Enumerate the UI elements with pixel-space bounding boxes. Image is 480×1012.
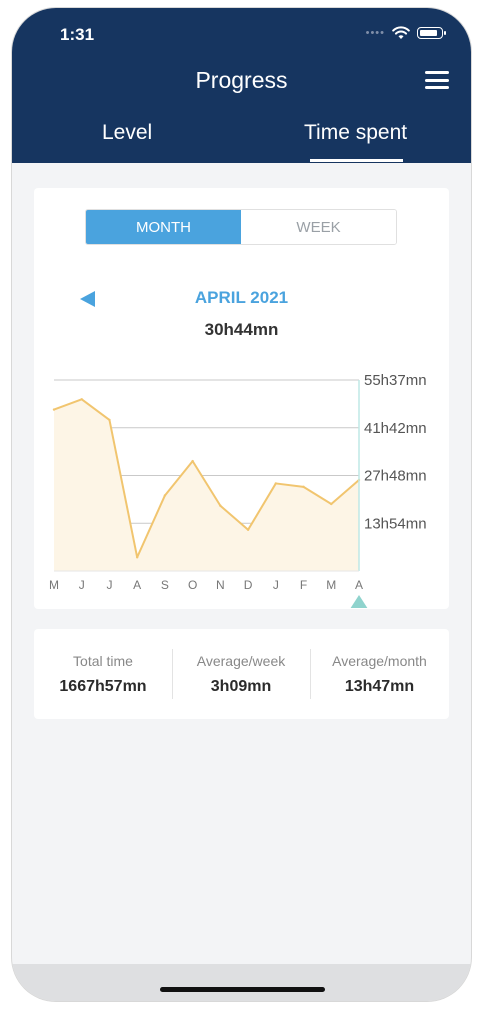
x-tick-label: J xyxy=(106,578,112,592)
data-point xyxy=(274,482,278,485)
hamburger-menu-icon[interactable] xyxy=(425,71,449,89)
week-segment-button[interactable]: WEEK xyxy=(241,210,396,244)
phone-screen: 1:31 •••• Progress Level Time spent MONT… xyxy=(12,8,471,1001)
x-tick-label: S xyxy=(161,578,169,592)
x-tick-label: M xyxy=(49,578,59,592)
stat-label: Average/week xyxy=(196,652,286,669)
stat-label: Total time xyxy=(73,652,133,669)
x-tick-label: N xyxy=(216,578,225,592)
wifi-icon xyxy=(392,26,410,39)
tab-time-spent[interactable]: Time spent xyxy=(304,121,407,145)
data-point xyxy=(246,528,250,531)
page-title: Progress xyxy=(195,67,288,93)
y-tick-label: 13h54mn xyxy=(364,515,427,532)
signal-icon: •••• xyxy=(365,27,385,39)
stat-value: 1667h57mn xyxy=(59,677,147,695)
x-tick-label: A xyxy=(133,578,141,592)
month-segment-button[interactable]: MONTH xyxy=(86,210,241,244)
x-tick-label: D xyxy=(244,578,253,592)
selected-month-indicator-icon xyxy=(350,595,368,608)
data-point xyxy=(191,459,194,463)
y-tick-label: 41h42mn xyxy=(364,420,427,437)
x-tick-label: M xyxy=(326,578,336,592)
period-total: 30h44mn xyxy=(204,320,279,339)
period-label: APRIL 2021 xyxy=(194,288,289,307)
status-time: 1:31 xyxy=(60,25,95,44)
bottom-bar xyxy=(12,964,471,1001)
data-point xyxy=(108,418,111,422)
x-tick-label: J xyxy=(79,578,85,592)
y-tick-label: 55h37mn xyxy=(364,372,427,389)
data-point xyxy=(219,504,222,507)
y-tick-label: 27h48mn xyxy=(364,468,427,485)
chart-card: MONTH WEEK APRIL 2021 30h44mn 55h37mn 41h… xyxy=(34,188,449,609)
x-tick-label: F xyxy=(300,578,307,592)
app-header: 1:31 •••• Progress Level Time spent xyxy=(12,8,471,163)
x-tick-label: A xyxy=(355,578,363,592)
stat-value: 13h47mn xyxy=(344,677,415,695)
active-tab-indicator xyxy=(310,159,403,162)
period-segmented-control: MONTH WEEK xyxy=(85,209,397,245)
home-indicator[interactable] xyxy=(160,987,325,992)
battery-icon xyxy=(417,27,446,39)
stats-card: Total time 1667h57mn Average/week 3h09mn… xyxy=(34,629,449,719)
data-point xyxy=(163,494,167,497)
data-point xyxy=(52,408,56,411)
data-point xyxy=(135,556,139,559)
status-icons: •••• xyxy=(365,26,446,40)
stat-average-month: Average/month 13h47mn xyxy=(310,629,449,719)
time-spent-chart: 55h37mn 41h42mn 27h48mn 13h54mn M J J A S O N D J F M A xyxy=(49,372,427,608)
stat-total-time: Total time 1667h57mn xyxy=(34,629,172,719)
x-tick-label: J xyxy=(273,578,279,592)
stat-value: 3h09mn xyxy=(210,677,272,695)
data-point xyxy=(330,502,333,506)
data-point xyxy=(302,485,305,489)
x-tick-label: O xyxy=(188,578,197,592)
stat-average-week: Average/week 3h09mn xyxy=(172,629,310,719)
stat-label: Average/month xyxy=(332,652,427,669)
tab-level[interactable]: Level xyxy=(102,121,152,145)
data-point xyxy=(80,398,83,401)
